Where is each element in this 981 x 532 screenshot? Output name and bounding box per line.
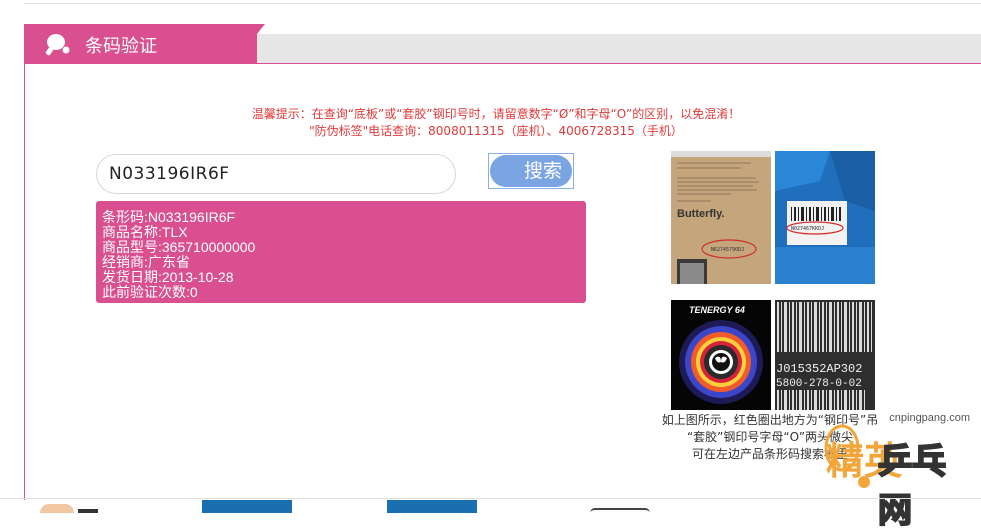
rubber-photo-art: TENERGY 64 [671, 300, 771, 410]
blade-photo-art: Butterfly. N6274579ODJ [671, 151, 771, 284]
warning-notice: 温馨提示：在查询“底板”或“套胶”钢印号时，请留意数字“Ø”和字母“O”的区别，… [201, 106, 791, 140]
result-barcode: 条形码:N033196IR6F [102, 209, 236, 225]
page-title: 条码验证 [85, 36, 157, 57]
barcode-photo-art: J015352AP302 5800-278-0-02 [775, 300, 875, 410]
verification-result: 条形码:N033196IR6F 商品名称:TLX 商品型号:3657100000… [96, 201, 586, 303]
watermark-url: cnpingpang.com [889, 412, 970, 424]
result-product-name: 商品名称:TLX [102, 224, 188, 240]
notice-line-1: 温馨提示：在查询“底板”或“套胶”钢印号时，请留意数字“Ø”和字母“O”的区别，… [251, 107, 741, 121]
barcode-line-2: 5800-278-0-02 [776, 378, 862, 390]
top-divider [24, 3, 981, 4]
result-ship-date: 发货日期:2013-10-28 [102, 269, 234, 285]
barcode-photo: J015352AP302 5800-278-0-02 [775, 300, 875, 410]
box-photo: N027467KKDJ [775, 151, 875, 284]
search-button[interactable]: 搜索 [488, 153, 574, 189]
footer-divider [0, 498, 981, 499]
rubber-photo: TENERGY 64 [671, 300, 771, 410]
blade-code: N6274579ODJ [711, 247, 744, 253]
footer-thumb-1[interactable] [30, 500, 100, 513]
panel-header-tab: 条码验证 [25, 24, 265, 64]
footer-thumb-3[interactable] [387, 500, 477, 513]
rubber-brand: TENERGY 64 [689, 305, 745, 315]
box-code: N027467KKDJ [791, 226, 824, 232]
footer-thumb-4[interactable] [590, 500, 650, 513]
blade-photo: Butterfly. N6274579ODJ [671, 151, 771, 284]
search-button-label: 搜索 [490, 155, 572, 187]
result-dealer: 经销商:广东省 [102, 254, 190, 270]
footer-thumb-2[interactable] [202, 500, 292, 513]
blade-brand: Butterfly. [677, 208, 724, 220]
notice-line-2: "防伪标签"电话查询：8008011315（座机）、4006728315（手机） [309, 124, 683, 138]
watermark-text-b: 乒乓网 [877, 441, 947, 532]
site-watermark: cnpingpang.com 精英 乒乓网 [818, 412, 978, 532]
barcode-search-input[interactable] [96, 154, 456, 194]
barcode-line-1: J015352AP302 [776, 362, 862, 376]
result-product-model: 商品型号:365710000000 [102, 239, 256, 255]
result-verify-count: 此前验证次数:0 [102, 284, 198, 300]
box-photo-art: N027467KKDJ [775, 151, 875, 284]
ping-pong-paddle-icon [45, 34, 70, 56]
